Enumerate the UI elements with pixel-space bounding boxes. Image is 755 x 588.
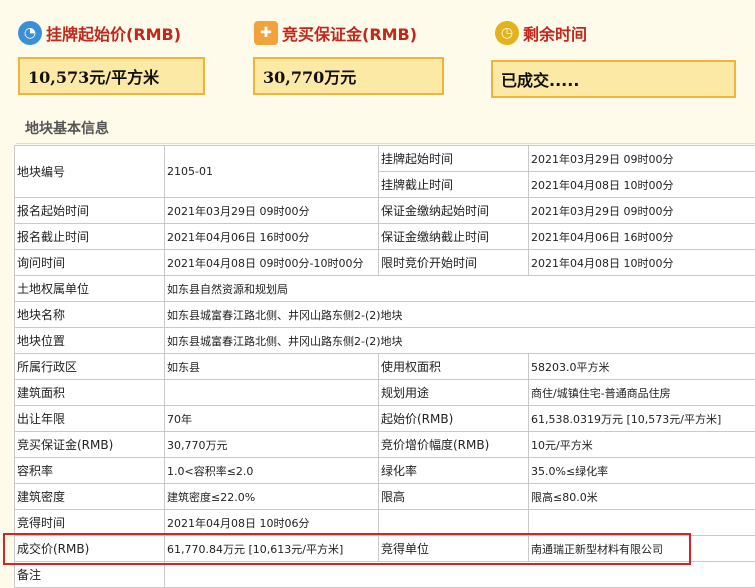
table-row: 报名截止时间 2021年04月06日 16时00分 保证金缴纳截止时间 2021… (14, 223, 755, 250)
table-row: 竞买保证金(RMB) 30,770万元 竞价增价幅度(RMB) 10元/平方米 (14, 431, 755, 458)
table-cell: 2021年04月06日 16时00分 (528, 223, 755, 250)
table-cell: 2021年04月08日 10时06分 (164, 509, 379, 536)
table-row: 建筑密度 建筑密度≤22.0% 限高 限高≤80.0米 (14, 483, 755, 510)
table-cell: 10元/平方米 (528, 431, 755, 458)
section-header: 地块基本信息 (16, 113, 755, 144)
price-value: 10,573元/平方米 (28, 68, 160, 87)
table-cell (528, 509, 755, 536)
deposit-header-label: 竞买保证金(RMB) (282, 25, 418, 44)
table-cell: 竞买保证金(RMB) (14, 431, 165, 458)
table-row: 地块名称 如东县城富春江路北侧、井冈山路东侧2-(2)地块 (14, 301, 755, 328)
table-cell: 成交价(RMB) (14, 535, 165, 562)
table-cell: 备注 (14, 561, 165, 588)
table-cell: 35.0%≤绿化率 (528, 457, 755, 484)
table-row: 竞得时间 2021年04月08日 10时06分 (14, 509, 755, 536)
table-cell: 容积率 (14, 457, 165, 484)
table-cell: 2021年04月08日 10时00分 (528, 249, 755, 276)
table-cell: 绿化率 (378, 457, 529, 484)
table-cell: 出让年限 (14, 405, 165, 432)
deposit-value-box: 30,770万元 (253, 57, 444, 95)
table-cell: 2021年03月29日 09时00分 (164, 197, 379, 224)
table-cell: 1.0<容积率≤2.0 (164, 457, 379, 484)
price-dial-icon: ◔ (18, 21, 42, 45)
table-cell: 2021年03月29日 09时00分 (528, 145, 755, 172)
table-cell: 地块位置 (14, 327, 165, 354)
table-row: 所属行政区 如东县 使用权面积 58203.0平方米 (14, 353, 755, 380)
alarm-clock-icon: ◷ (495, 21, 519, 45)
table-cell: 2021年04月08日 09时00分-10时00分 (164, 249, 379, 276)
table-cell: 起始价(RMB) (378, 405, 529, 432)
table-cell: 土地权属单位 (14, 275, 165, 302)
table-cell: 地块名称 (14, 301, 165, 328)
land-info-table: 地块编号 2105-01 挂牌起始时间 2021年03月29日 09时00分 挂… (14, 145, 755, 588)
summary-bar: ◔ 挂牌起始价(RMB) ✚ 竞买保证金(RMB) ◷ 剩余时间 10,573元… (0, 0, 755, 108)
price-header: ◔ 挂牌起始价(RMB) (18, 18, 181, 48)
table-cell: 限高 (378, 483, 529, 510)
table-cell: 竞价增价幅度(RMB) (378, 431, 529, 458)
table-cell: 商住/城镇住宅-普通商品住房 (528, 379, 755, 406)
table-cell: 南通瑞正新型材料有限公司 (528, 535, 755, 562)
gift-icon: ✚ (254, 21, 278, 45)
table-cell: 建筑密度 (14, 483, 165, 510)
table-row-deal: 成交价(RMB) 61,770.84万元 [10,613元/平方米] 竞得单位 … (14, 535, 755, 562)
time-value-box: 已成交..... (491, 60, 736, 98)
table-cell (378, 509, 529, 536)
price-header-label: 挂牌起始价(RMB) (46, 25, 182, 44)
table-row: 容积率 1.0<容积率≤2.0 绿化率 35.0%≤绿化率 (14, 457, 755, 484)
time-header-label: 剩余时间 (523, 25, 588, 44)
table-cell: 建筑密度≤22.0% (164, 483, 379, 510)
table-row: 地块位置 如东县城富春江路北侧、井冈山路东侧2-(2)地块 (14, 327, 755, 354)
table-row: 出让年限 70年 起始价(RMB) 61,538.0319万元 [10,573元… (14, 405, 755, 432)
table-cell: 如东县城富春江路北侧、井冈山路东侧2-(2)地块 (164, 327, 755, 354)
table-cell: 保证金缴纳截止时间 (378, 223, 529, 250)
table-row: 报名起始时间 2021年03月29日 09时00分 保证金缴纳起始时间 2021… (14, 197, 755, 224)
table-row: 备注 (14, 561, 755, 588)
table-cell: 竞得单位 (378, 535, 529, 562)
table-cell: 规划用途 (378, 379, 529, 406)
table-cell: 挂牌截止时间 (378, 171, 529, 198)
table-cell: 2021年03月29日 09时00分 (528, 197, 755, 224)
table-cell: 竞得时间 (14, 509, 165, 536)
table-cell (164, 561, 755, 588)
table-cell (164, 379, 379, 406)
table-cell: 报名起始时间 (14, 197, 165, 224)
table-cell: 2021年04月08日 10时00分 (528, 171, 755, 198)
table-cell: 2105-01 (164, 145, 379, 198)
table-cell: 70年 (164, 405, 379, 432)
table-row: 建筑面积 规划用途 商住/城镇住宅-普通商品住房 (14, 379, 755, 406)
table-cell: 报名截止时间 (14, 223, 165, 250)
table-cell: 挂牌起始时间 (378, 145, 529, 172)
table-row: 询问时间 2021年04月08日 09时00分-10时00分 限时竞价开始时间 … (14, 249, 755, 276)
time-value: 已成交..... (501, 71, 580, 90)
table-cell: 地块编号 (14, 145, 165, 198)
table-cell: 58203.0平方米 (528, 353, 755, 380)
time-header: ◷ 剩余时间 (495, 18, 587, 48)
price-value-box: 10,573元/平方米 (18, 57, 205, 95)
table-cell: 建筑面积 (14, 379, 165, 406)
deposit-header: ✚ 竞买保证金(RMB) (254, 18, 417, 48)
table-cell: 所属行政区 (14, 353, 165, 380)
table-row: 土地权属单位 如东县自然资源和规划局 (14, 275, 755, 302)
table-cell: 使用权面积 (378, 353, 529, 380)
table-cell: 保证金缴纳起始时间 (378, 197, 529, 224)
table-row: 地块编号 2105-01 挂牌起始时间 2021年03月29日 09时00分 (14, 145, 755, 198)
table-cell: 询问时间 (14, 249, 165, 276)
table-cell: 限时竞价开始时间 (378, 249, 529, 276)
table-cell: 限高≤80.0米 (528, 483, 755, 510)
table-cell: 61,538.0319万元 [10,573元/平方米] (528, 405, 755, 432)
table-cell: 如东县 (164, 353, 379, 380)
section-title: 地块基本信息 (25, 121, 109, 137)
table-cell: 61,770.84万元 [10,613元/平方米] (164, 535, 379, 562)
table-cell: 30,770万元 (164, 431, 379, 458)
table-cell: 如东县自然资源和规划局 (164, 275, 755, 302)
deposit-value: 30,770万元 (263, 68, 357, 87)
table-cell: 如东县城富春江路北侧、井冈山路东侧2-(2)地块 (164, 301, 755, 328)
table-cell: 2021年04月06日 16时00分 (164, 223, 379, 250)
